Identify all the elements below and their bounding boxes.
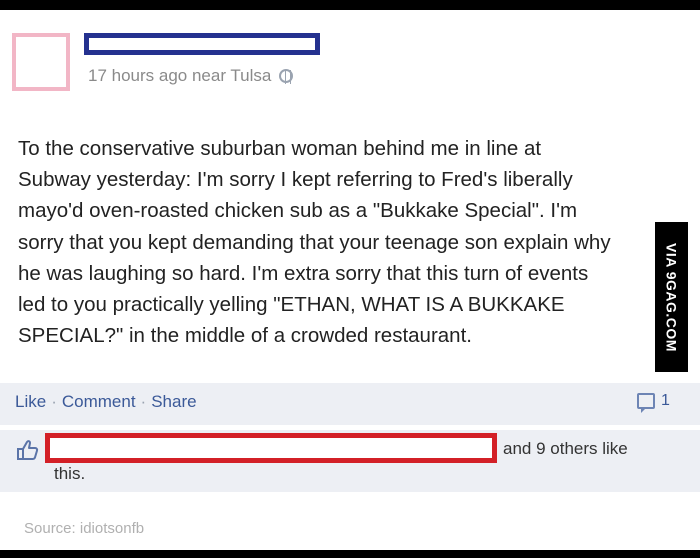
action-separator: · (51, 392, 57, 411)
source-credit: Source: idiotsonfb (24, 520, 145, 537)
globe-icon (279, 69, 294, 84)
watermark-text: VIA 9GAG.COM (663, 242, 680, 352)
author-name-redacted[interactable] (84, 33, 320, 55)
likes-others-text-cont: this. (54, 464, 86, 483)
top-border-bar (0, 0, 700, 10)
likes-others-text[interactable]: and 9 others like (503, 439, 628, 459)
thumbs-up-icon (17, 440, 39, 460)
post-body-line: SPECIAL?" in the middle of a crowded res… (18, 324, 472, 348)
post-body-line: he was laughing so hard. I'm extra sorry… (18, 261, 589, 285)
post-body-line: Subway yesterday: I'm sorry I kept refer… (18, 168, 573, 192)
post-body-line: sorry that you kept demanding that your … (18, 230, 611, 254)
share-link[interactable]: Share (151, 392, 196, 412)
post-body-line: mayo'd oven-roasted chicken sub as a "Bu… (18, 199, 578, 223)
like-link[interactable]: Like (15, 392, 46, 412)
avatar[interactable] (12, 33, 70, 91)
likers-names-redacted[interactable] (45, 433, 497, 463)
action-separator: · (140, 392, 147, 411)
post-actions: Like · Comment · Share (15, 392, 197, 412)
bottom-border-bar (0, 550, 700, 558)
post-body-line: led to you practically yelling "ETHAN, W… (18, 293, 565, 317)
comment-count[interactable]: 1 (637, 392, 670, 413)
comment-link[interactable]: Comment (62, 392, 136, 412)
comment-count-value: 1 (661, 392, 670, 409)
watermark-9gag: VIA 9GAG.COM (655, 222, 688, 372)
post-meta: 17 hours ago near Tulsa (88, 66, 294, 86)
post-body-line: To the conservative suburban woman behin… (18, 137, 542, 160)
comment-icon (637, 393, 655, 413)
post-timestamp-location[interactable]: 17 hours ago near Tulsa (88, 66, 271, 86)
post-body: To the conservative suburban woman behin… (18, 133, 658, 351)
